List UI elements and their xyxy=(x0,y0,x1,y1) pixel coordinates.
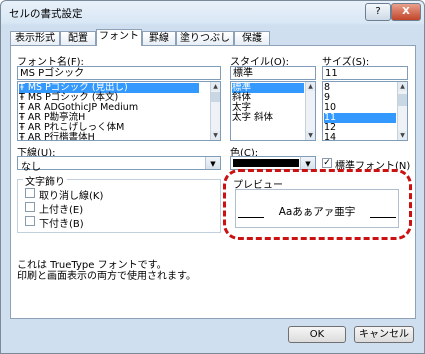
font-list-scrollbar[interactable]: ▲ ▼ xyxy=(210,82,220,140)
ok-button[interactable]: OK xyxy=(288,326,346,343)
scroll-up-icon[interactable]: ▲ xyxy=(306,82,315,91)
font-name-input[interactable]: MS Pゴシック xyxy=(17,66,221,80)
scroll-down-icon[interactable]: ▼ xyxy=(306,131,315,140)
size-list[interactable]: 8 9 10 11 12 14 ▲ ▼ xyxy=(322,81,408,141)
normal-font-checkbox[interactable]: ✓ xyxy=(322,158,332,168)
chevron-down-icon[interactable]: ▼ xyxy=(205,157,220,169)
help-button[interactable]: ? xyxy=(365,3,391,21)
underline-value: なし xyxy=(21,162,41,173)
font-type-icon: Ŧ xyxy=(19,132,28,141)
tab-alignment[interactable]: 配置 xyxy=(60,31,96,45)
scroll-up-icon[interactable]: ▲ xyxy=(211,82,220,91)
list-item[interactable]: Ŧ AR P行楷書体H xyxy=(19,133,95,141)
effects-label: 文字飾り xyxy=(23,173,67,188)
list-item[interactable]: 太字 斜体 xyxy=(232,113,273,123)
size-input[interactable]: 11 xyxy=(322,66,408,80)
color-swatch xyxy=(233,159,299,167)
underline-dropdown[interactable]: なし ▼ xyxy=(17,156,221,173)
truetype-note-line2: 印刷と画面表示の両方で使用されます。 xyxy=(17,271,196,282)
format-cells-dialog: セルの書式設定 ? X 表示形式 配置 フォント 罫線 塗りつぶし 保護 フォン… xyxy=(0,0,425,354)
tab-font[interactable]: フォント xyxy=(96,29,142,46)
preview-box: Aaあぁアァ亜宇 xyxy=(235,189,399,228)
scroll-thumb[interactable] xyxy=(398,94,407,106)
chevron-down-icon[interactable]: ▼ xyxy=(300,157,315,169)
superscript-label: 上付き(E) xyxy=(39,205,84,216)
color-dropdown[interactable]: ▼ xyxy=(230,156,316,170)
tab-number[interactable]: 表示形式 xyxy=(10,31,60,45)
list-item[interactable]: 14 xyxy=(324,133,336,141)
tab-border[interactable]: 罫線 xyxy=(142,31,176,45)
scroll-up-icon[interactable]: ▲ xyxy=(398,82,407,91)
style-list-scrollbar[interactable]: ▲ ▼ xyxy=(305,82,315,140)
scroll-thumb[interactable] xyxy=(211,92,220,102)
scroll-down-icon[interactable]: ▼ xyxy=(211,131,220,140)
superscript-checkbox[interactable] xyxy=(25,202,35,212)
close-button[interactable]: X xyxy=(391,3,421,21)
title-bar[interactable]: セルの書式設定 ? X xyxy=(1,1,424,25)
font-name-list[interactable]: Ŧ MS Pゴシック (見出し) Ŧ MS Pゴシック (本文) Ŧ AR AD… xyxy=(17,81,221,141)
size-list-scrollbar[interactable]: ▲ ▼ xyxy=(397,82,407,140)
strikethrough-label: 取り消し線(K) xyxy=(39,191,104,202)
preview-sample: Aaあぁアァ亜宇 xyxy=(278,206,356,218)
style-list[interactable]: 標準 斜体 太字 太字 斜体 ▲ ▼ xyxy=(230,81,316,141)
tab-fill[interactable]: 塗りつぶし xyxy=(176,31,234,45)
dialog-title: セルの書式設定 xyxy=(9,8,83,20)
strikethrough-checkbox[interactable] xyxy=(25,188,35,198)
tab-protection[interactable]: 保護 xyxy=(234,31,270,45)
scroll-down-icon[interactable]: ▼ xyxy=(398,131,407,140)
cancel-button[interactable]: キャンセル xyxy=(354,326,414,343)
style-input[interactable]: 標準 xyxy=(230,66,316,80)
font-tab-panel: フォント名(F): MS Pゴシック Ŧ MS Pゴシック (見出し) Ŧ MS… xyxy=(10,45,416,319)
subscript-label: 下付き(B) xyxy=(39,219,84,230)
subscript-checkbox[interactable] xyxy=(25,216,35,226)
